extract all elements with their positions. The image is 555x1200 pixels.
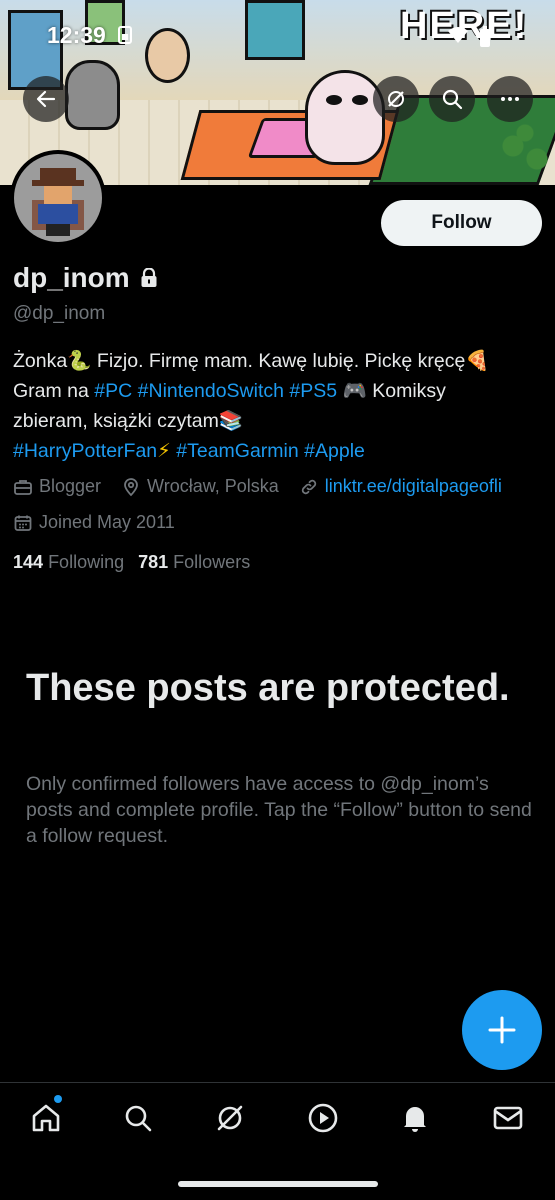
- snake-icon: 🐍: [67, 349, 92, 372]
- lock-icon: [141, 268, 157, 287]
- sim-icon: [118, 26, 132, 49]
- tab-messages[interactable]: [491, 1101, 525, 1135]
- search-icon: [442, 89, 463, 110]
- profile-location: Wrocław, Polska: [121, 476, 279, 497]
- protected-description: Only confirmed followers have access to …: [26, 773, 532, 847]
- pizza-icon: 🍕: [465, 349, 490, 372]
- search-icon: [125, 1105, 152, 1132]
- home-icon: [32, 1104, 60, 1132]
- profile-joined-row: Joined May 2011: [13, 512, 195, 533]
- tab-search[interactable]: [121, 1101, 155, 1135]
- followers-link[interactable]: 781 Followers: [138, 552, 250, 573]
- books-icon: 📚: [218, 409, 244, 432]
- bio-text: Żonka: [13, 350, 68, 372]
- category-label: Blogger: [39, 476, 102, 496]
- website-link[interactable]: linktr.ee/digitalpageofli: [325, 476, 502, 497]
- bio-text: Gram na: [13, 380, 95, 402]
- grok-button[interactable]: [373, 76, 419, 122]
- briefcase-icon: [14, 479, 32, 495]
- avatar[interactable]: [10, 150, 106, 246]
- hashtag-link[interactable]: #PC: [94, 380, 132, 402]
- hashtag-link[interactable]: #HarryPotterFan: [13, 440, 157, 462]
- search-button[interactable]: [429, 76, 475, 122]
- plus-icon: [488, 1016, 516, 1044]
- grok-icon: [217, 1105, 243, 1131]
- avatar-image: [14, 154, 102, 242]
- profile-meta: Blogger Wrocław, Polska linktr.ee/digita…: [13, 476, 522, 497]
- follow-counts: 144 Following 781 Followers: [13, 552, 250, 573]
- location-pin-icon: [124, 477, 138, 496]
- following-link[interactable]: 144 Following: [13, 552, 124, 573]
- hashtag-link[interactable]: #NintendoSwitch: [138, 380, 284, 402]
- profile-name: dp_inom: [13, 262, 130, 293]
- tab-video[interactable]: [306, 1101, 340, 1135]
- following-label: Following: [48, 552, 125, 572]
- hashtag-link[interactable]: #PS5: [289, 380, 337, 402]
- battery-icon: [478, 26, 492, 53]
- grok-icon: [388, 91, 404, 107]
- banner-cat: [65, 60, 120, 130]
- bio-text: zbieram, książki czytam: [13, 410, 219, 432]
- profile-bio: Żonka🐍 Fizjo. Firmę mam. Kawę lubię. Pic…: [13, 346, 543, 466]
- gamepad-icon: 🎮: [342, 379, 367, 402]
- banner-character: [305, 70, 385, 165]
- status-bar: 12:39: [0, 20, 555, 54]
- profile-category: Blogger: [13, 476, 101, 497]
- bio-text: Fizjo. Firmę mam. Kawę lubię. Pickę kręc…: [91, 350, 466, 372]
- video-icon: [308, 1103, 338, 1133]
- lightning-icon: ⚡: [157, 439, 171, 462]
- compose-button[interactable]: [462, 990, 542, 1070]
- messages-icon: [493, 1106, 523, 1130]
- profile-joined: Joined May 2011: [13, 512, 175, 533]
- wifi-icon: [447, 26, 469, 49]
- home-indicator[interactable]: [178, 1181, 378, 1187]
- joined-label: Joined May 2011: [39, 512, 175, 532]
- hashtag-link[interactable]: #Apple: [304, 440, 365, 462]
- tab-grok[interactable]: [213, 1101, 247, 1135]
- followers-label: Followers: [173, 552, 251, 572]
- calendar-icon: [14, 515, 32, 531]
- follow-button[interactable]: Follow: [381, 200, 542, 246]
- link-icon: [301, 479, 316, 494]
- status-time: 12:39: [47, 22, 106, 48]
- more-icon: [501, 97, 519, 101]
- protected-title: These posts are protected.: [26, 667, 510, 709]
- profile-handle: @dp_inom: [13, 303, 106, 324]
- back-arrow-icon: [36, 90, 56, 108]
- tab-notifications[interactable]: [398, 1101, 432, 1135]
- hashtag-link[interactable]: #TeamGarmin: [176, 440, 298, 462]
- back-button[interactable]: [23, 76, 69, 122]
- more-button[interactable]: [487, 76, 533, 122]
- tab-home[interactable]: [29, 1101, 63, 1135]
- followers-count: 781: [138, 552, 169, 572]
- profile-name-row: dp_inom: [13, 262, 158, 294]
- profile-website[interactable]: linktr.ee/digitalpageofli: [299, 476, 502, 497]
- banner-plant: [495, 120, 555, 185]
- following-count: 144: [13, 552, 44, 572]
- location-label: Wrocław, Polska: [147, 476, 279, 496]
- bio-text: Komiksy: [366, 380, 446, 402]
- home-notification-dot: [54, 1095, 62, 1103]
- notifications-icon: [404, 1107, 426, 1132]
